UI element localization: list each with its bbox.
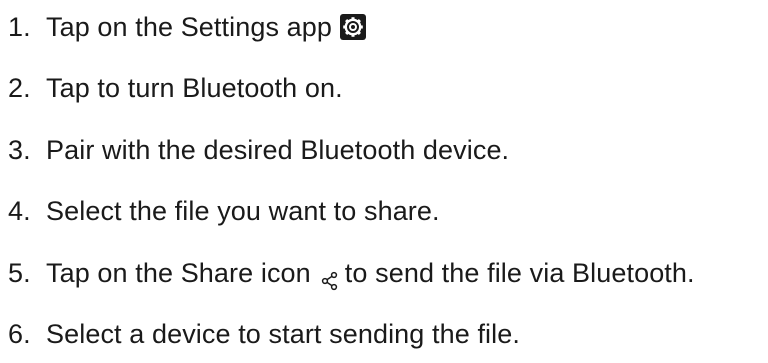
step-text-after: to send the file via Bluetooth.: [344, 257, 695, 288]
step-6: 6. Select a device to start sending the …: [0, 314, 520, 354]
step-text: Select the file you want to share.: [46, 195, 440, 226]
step-text: Select a device to start sending the fil…: [46, 318, 520, 349]
step-number: 2.: [8, 72, 31, 103]
step-5: 5. Tap on the Share icon to send the fil…: [0, 253, 695, 293]
step-text-before: Tap on the Share icon: [46, 257, 311, 288]
step-number: 3.: [8, 134, 31, 165]
step-1: 1. Tap on the Settings app: [0, 7, 367, 47]
step-number: 1.: [8, 11, 31, 42]
step-text: Pair with the desired Bluetooth device.: [46, 134, 510, 165]
step-text: Tap to turn Bluetooth on.: [46, 72, 343, 103]
step-3: 3. Pair with the desired Bluetooth devic…: [0, 130, 509, 170]
step-number: 5.: [8, 257, 31, 288]
step-number: 6.: [8, 318, 31, 349]
step-text-before: Tap on the Settings app: [46, 11, 333, 42]
share-icon: [321, 268, 339, 291]
step-text: Tap on the Settings app: [46, 11, 367, 43]
step-2: 2. Tap to turn Bluetooth on.: [0, 68, 343, 108]
gear-icon: [340, 14, 367, 40]
step-4: 4. Select the file you want to share.: [0, 191, 440, 231]
step-text: Tap on the Share icon to send the file v…: [46, 257, 695, 291]
step-number: 4.: [8, 195, 31, 226]
